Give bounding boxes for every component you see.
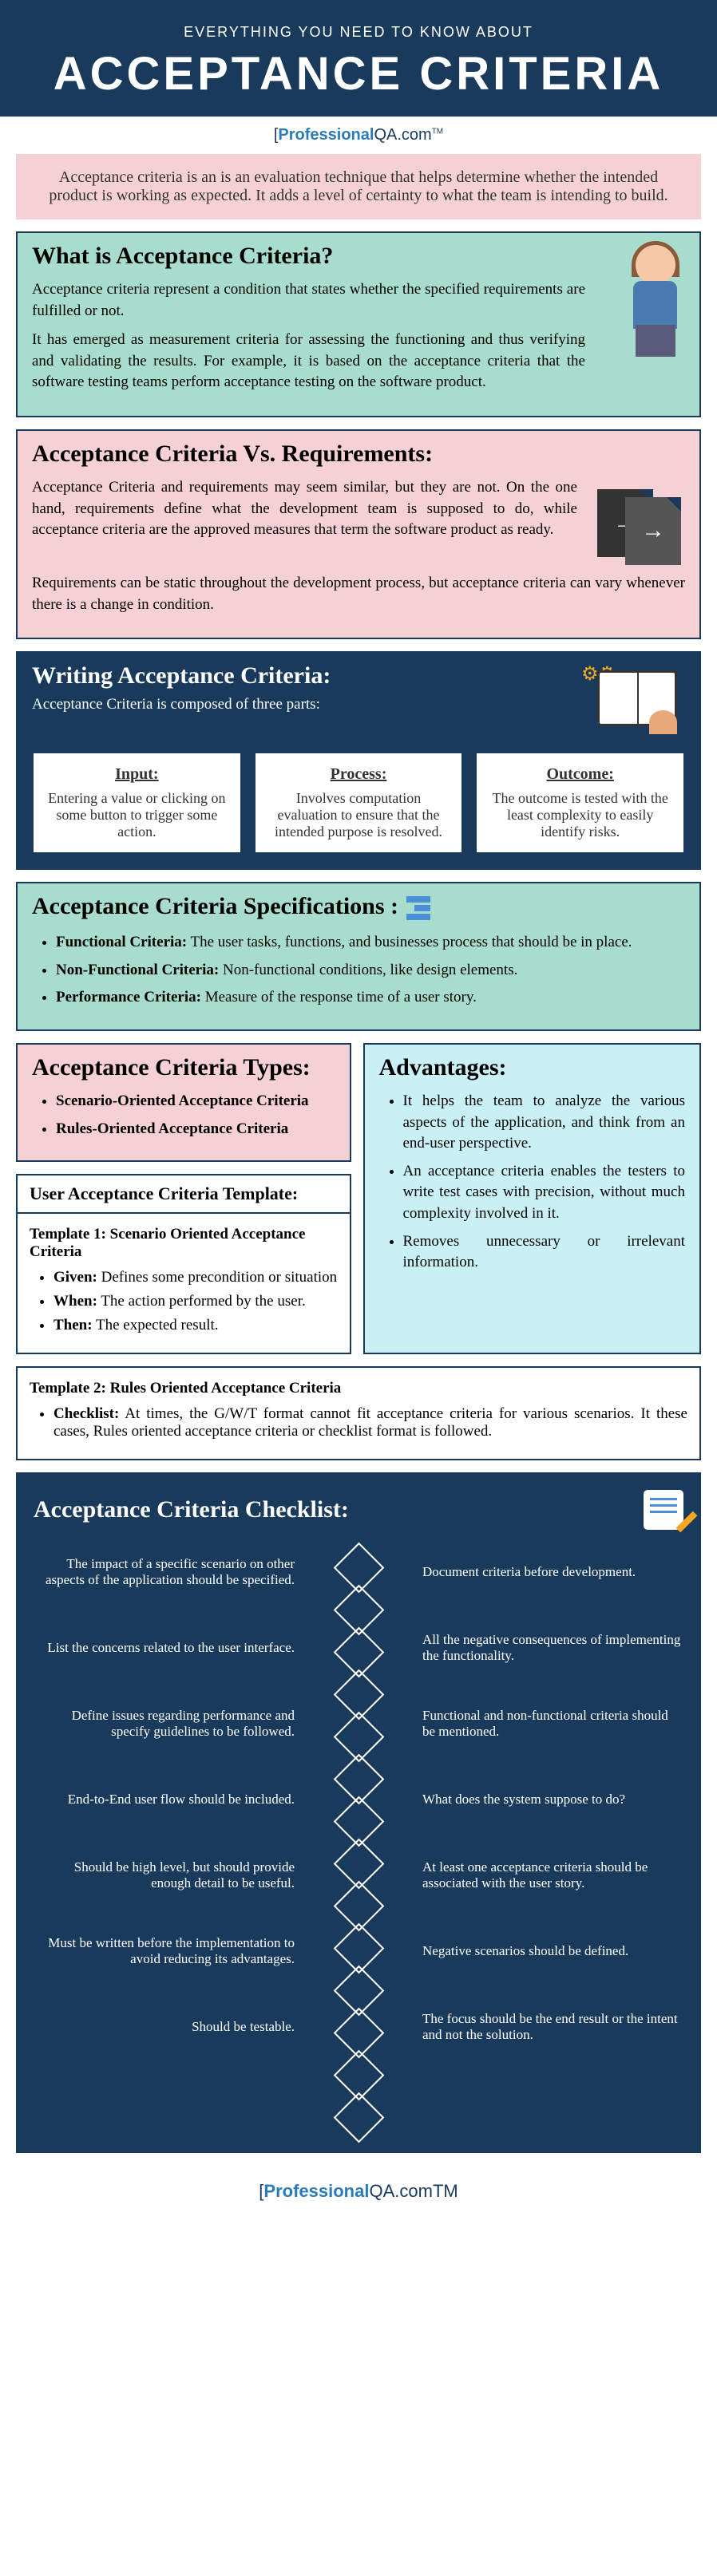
template-section: User Acceptance Criteria Template: Templ… [16,1174,351,1354]
intro-text: Acceptance criteria is an is an evaluati… [16,154,701,219]
writing-sub: Acceptance Criteria is composed of three… [32,696,331,713]
what-p2: It has emerged as measurement criteria f… [32,330,585,393]
checklist-title: Acceptance Criteria Checklist: [34,1490,683,1530]
template2-heading: Template 2: Rules Oriented Acceptance Cr… [30,1380,687,1397]
part-outcome: Outcome:The outcome is tested with the l… [475,752,685,854]
header-title: ACCEPTANCE CRITERIA [16,47,701,101]
vs-p1: Acceptance Criteria and requirements may… [32,477,577,541]
checklist-item: Define issues regarding performance and … [34,1697,295,1749]
types-title: Acceptance Criteria Types: [32,1054,335,1081]
checklist-item: Document criteria before development. [422,1546,683,1598]
checklist-item: Should be high level, but should provide… [34,1849,295,1901]
template1-heading: Template 1: Scenario Oriented Acceptance… [30,1226,338,1261]
woman-icon [612,233,699,377]
checklist-item: The impact of a specific scenario on oth… [34,1546,295,1598]
advantage-item: Removes unnecessary or irrelevant inform… [403,1231,686,1274]
type-item: Rules-Oriented Acceptance Criteria [56,1119,335,1140]
vs-title: Acceptance Criteria Vs. Requirements: [32,441,685,468]
checklist-item: End-to-End user flow should be included. [34,1773,295,1825]
template2-section: Template 2: Rules Oriented Acceptance Cr… [16,1366,701,1460]
writing-section: Writing Acceptance Criteria: Acceptance … [16,651,701,870]
checklist-item: Functional and non-functional criteria s… [422,1697,683,1749]
what-title: What is Acceptance Criteria? [32,243,585,270]
template-title: User Acceptance Criteria Template: [16,1174,351,1214]
diamond-icon [333,2092,384,2143]
header-subtitle: EVERYTHING YOU NEED TO KNOW ABOUT [16,24,701,41]
logo-top: [ProfessionalQA.comTM [0,117,717,154]
checklist-item: Should be testable. [34,2001,295,2053]
part-process: Process:Involves computation evaluation … [254,752,464,854]
spec-item: Functional Criteria: The user tasks, fun… [56,932,685,954]
advantages-title: Advantages: [379,1054,686,1081]
advantage-item: An acceptance criteria enables the teste… [403,1161,686,1225]
specs-section: Acceptance Criteria Specifications : Fun… [16,882,701,1031]
template-item: When: The action performed by the user. [53,1293,338,1310]
advantages-section: Advantages: It helps the team to analyze… [363,1043,702,1354]
template-item: Given: Defines some precondition or situ… [53,1269,338,1286]
spec-item: Performance Criteria: Measure of the res… [56,987,685,1009]
what-p1: Acceptance criteria represent a conditio… [32,279,585,322]
checklist-item: At least one acceptance criteria should … [422,1849,683,1901]
advantage-item: It helps the team to analyze the various… [403,1091,686,1155]
checklist-item: All the negative consequences of impleme… [422,1622,683,1673]
book-icon: ⚙⚙ [581,662,685,734]
logo-bottom: [ProfessionalQA.comTM [0,2165,717,2218]
checklist-item: The focus should be the end result or th… [422,2001,683,2053]
template-item: Then: The expected result. [53,1317,338,1334]
checklist-item: Negative scenarios should be defined. [422,1925,683,1977]
checklist-item: Must be written before the implementatio… [34,1925,295,1977]
part-input: Input:Entering a value or clicking on so… [32,752,242,854]
checklist-item: List the concerns related to the user in… [34,1622,295,1673]
types-section: Acceptance Criteria Types: Scenario-Orie… [16,1043,351,1162]
specs-title: Acceptance Criteria Specifications : [32,893,685,923]
writing-title: Writing Acceptance Criteria: [32,662,331,689]
vs-p2: Requirements can be static throughout th… [32,573,685,615]
documents-icon: →→ [589,477,685,573]
template2-item: Checklist: At times, the G/W/T format ca… [53,1405,687,1440]
header: EVERYTHING YOU NEED TO KNOW ABOUT ACCEPT… [0,0,717,117]
type-item: Scenario-Oriented Acceptance Criteria [56,1091,335,1112]
spec-item: Non-Functional Criteria: Non-functional … [56,960,685,982]
checklist-item: What does the system suppose to do? [422,1773,683,1825]
list-icon [406,894,430,923]
checklist-section: Acceptance Criteria Checklist: The impac… [16,1472,701,2153]
vs-section: Acceptance Criteria Vs. Requirements: Ac… [16,429,701,639]
clipboard-icon [644,1490,683,1530]
what-section: What is Acceptance Criteria? Acceptance … [16,231,701,417]
